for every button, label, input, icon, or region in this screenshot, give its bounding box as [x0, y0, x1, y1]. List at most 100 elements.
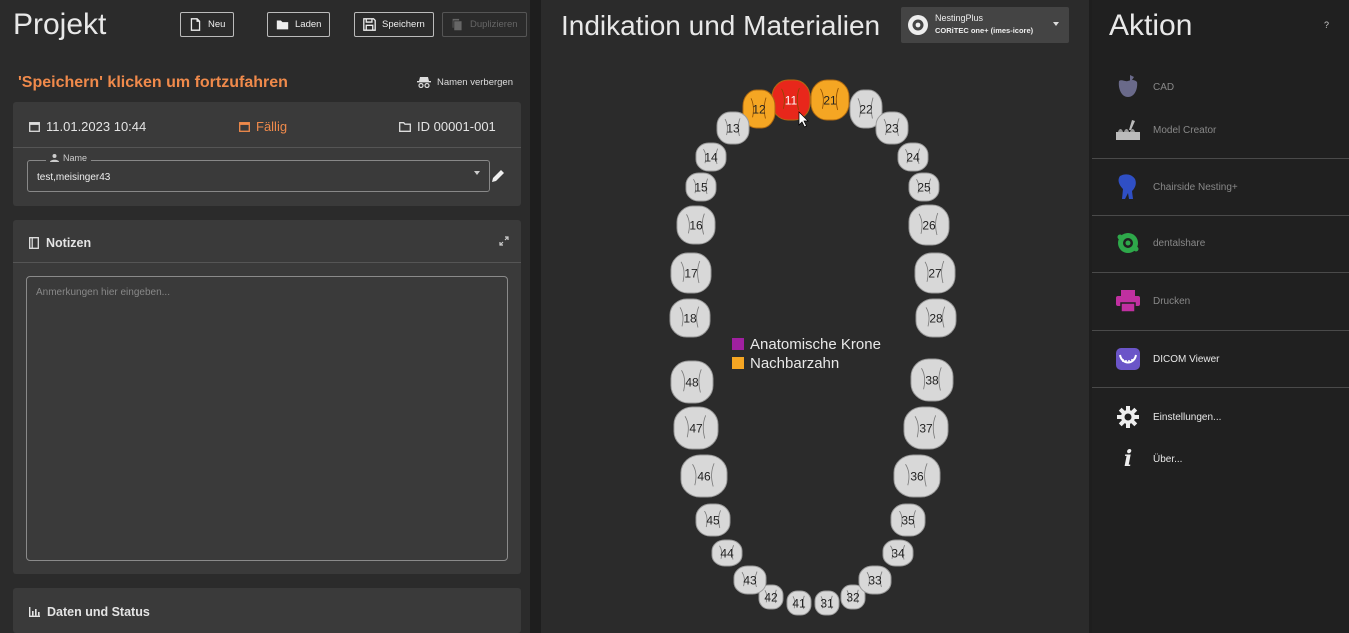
- tooth-label-32: 32: [846, 591, 860, 605]
- action-dentalshare[interactable]: dentalshare: [1114, 230, 1205, 256]
- due-status-text: Fällig: [256, 119, 288, 134]
- legend-crown-label: Anatomische Krone: [750, 336, 881, 353]
- new-button[interactable]: Neu: [180, 12, 235, 37]
- tooth-label-22: 22: [859, 103, 873, 117]
- tooth-label-43: 43: [743, 574, 757, 588]
- tooth-11[interactable]: 11: [771, 79, 811, 121]
- action-dicom-viewer-label: DICOM Viewer: [1153, 353, 1220, 365]
- tooth-43[interactable]: 43: [733, 565, 767, 595]
- gear-icon: [1114, 404, 1142, 430]
- action-divider-1: [1092, 158, 1349, 159]
- action-about-label: Über...: [1153, 453, 1183, 465]
- notes-textarea[interactable]: Anmerkungen hier eingeben...: [26, 276, 508, 561]
- calendar-icon: [29, 122, 40, 132]
- action-settings[interactable]: Einstellungen...: [1114, 404, 1221, 430]
- project-date: 11.01.2023 10:44: [29, 119, 146, 134]
- duplicate-icon: [452, 18, 462, 31]
- action-chairside-nesting-label: Chairside Nesting+: [1153, 181, 1238, 193]
- name-field-legend: Name: [46, 153, 92, 163]
- tooth-31[interactable]: 31: [814, 590, 840, 616]
- duplicate-button[interactable]: Duplizieren: [442, 12, 527, 37]
- action-print[interactable]: Drucken: [1114, 288, 1190, 314]
- tooth-36[interactable]: 36: [893, 454, 941, 498]
- floppy-disk-icon: [363, 18, 376, 31]
- tooth-14[interactable]: 14: [695, 142, 727, 172]
- patient-name-value: test,meisinger43: [37, 172, 111, 183]
- dental-chart: 11 12 13 14 15 16 17 18 21 22 23 24 25 26 27 28 31 32 33 34…: [669, 79, 957, 616]
- notes-divider: [13, 262, 521, 263]
- tooth-37[interactable]: 37: [903, 406, 949, 450]
- tooth-46[interactable]: 46: [680, 454, 728, 498]
- help-button[interactable]: ?: [1324, 20, 1329, 30]
- action-dicom-viewer[interactable]: DICOM Viewer: [1114, 346, 1220, 372]
- chevron-down-icon: [474, 171, 480, 175]
- tooth-41[interactable]: 41: [786, 590, 812, 616]
- tooth-label-33: 33: [868, 574, 882, 588]
- tooth-label-14: 14: [704, 151, 718, 165]
- tooth-label-17: 17: [684, 267, 698, 281]
- tooth-13[interactable]: 13: [716, 111, 750, 145]
- notes-header: Notizen: [29, 236, 91, 250]
- tooth-label-48: 48: [685, 376, 699, 390]
- action-cad[interactable]: CAD: [1114, 74, 1174, 100]
- tooth-38[interactable]: 38: [910, 358, 954, 402]
- new-button-label: Neu: [208, 19, 226, 30]
- tooth-48[interactable]: 48: [670, 360, 714, 404]
- duplicate-button-label: Duplizieren: [470, 19, 518, 30]
- tooth-47[interactable]: 47: [673, 406, 719, 450]
- tooth-23[interactable]: 23: [875, 111, 909, 145]
- tooth-label-44: 44: [720, 547, 734, 561]
- folder-icon: [399, 121, 411, 132]
- tooth-label-42: 42: [764, 591, 778, 605]
- action-divider-2: [1092, 215, 1349, 216]
- tooth-label-13: 13: [726, 122, 740, 136]
- action-divider-4: [1092, 330, 1349, 331]
- tooth-35[interactable]: 35: [890, 503, 926, 537]
- tooth-21[interactable]: 21: [810, 79, 850, 121]
- action-model-creator[interactable]: Model Creator: [1114, 117, 1216, 143]
- tooth-26[interactable]: 26: [908, 204, 950, 246]
- tooth-label-45: 45: [706, 514, 720, 528]
- info-icon: i: [1123, 446, 1133, 472]
- hide-names-toggle[interactable]: Namen verbergen: [416, 76, 513, 88]
- tooth-label-41: 41: [792, 597, 806, 611]
- printer-icon: [1114, 288, 1142, 314]
- tooth-label-38: 38: [925, 374, 939, 388]
- tooth-label-21: 21: [823, 94, 837, 108]
- load-button[interactable]: Laden: [267, 12, 331, 37]
- tooth-label-23: 23: [885, 122, 899, 136]
- tooth-18[interactable]: 18: [669, 298, 711, 338]
- tooth-27[interactable]: 27: [914, 252, 956, 294]
- cad-icon: [1114, 74, 1142, 100]
- legend-anatomic-crown: Anatomische Krone: [732, 335, 881, 354]
- tooth-25[interactable]: 25: [908, 172, 940, 202]
- tooth-45[interactable]: 45: [695, 503, 731, 537]
- tooth-33[interactable]: 33: [858, 565, 892, 595]
- status-card[interactable]: Daten und Status: [13, 588, 521, 633]
- action-chairside-nesting[interactable]: Chairside Nesting+: [1114, 174, 1238, 200]
- tooth-15[interactable]: 15: [685, 172, 717, 202]
- save-button[interactable]: Speichern: [354, 12, 434, 37]
- tooth-16[interactable]: 16: [676, 205, 716, 245]
- tooth-24[interactable]: 24: [897, 142, 929, 172]
- edit-pencil-icon[interactable]: [491, 169, 505, 183]
- tooth-label-18: 18: [683, 312, 697, 326]
- tooth-label-16: 16: [689, 219, 703, 233]
- action-settings-label: Einstellungen...: [1153, 411, 1222, 423]
- project-info-card: 11.01.2023 10:44 Fällig ID 00001-001 Nam…: [13, 102, 521, 206]
- action-about[interactable]: i Über...: [1114, 446, 1183, 472]
- load-button-label: Laden: [295, 19, 322, 30]
- tooth-44[interactable]: 44: [711, 539, 743, 567]
- tooth-17[interactable]: 17: [670, 252, 712, 294]
- status-header: Daten und Status: [29, 605, 150, 619]
- tooth-label-36: 36: [910, 470, 924, 484]
- status-title: Daten und Status: [47, 605, 150, 619]
- expand-icon[interactable]: [499, 236, 509, 246]
- project-id-text: ID 00001-001: [417, 119, 496, 134]
- notes-title: Notizen: [46, 236, 92, 250]
- tooth-34[interactable]: 34: [882, 539, 914, 567]
- tooth-label-46: 46: [697, 470, 711, 484]
- patient-name-select[interactable]: Name test,meisinger43: [27, 153, 490, 192]
- save-button-label: Speichern: [382, 19, 425, 30]
- tooth-28[interactable]: 28: [915, 298, 957, 338]
